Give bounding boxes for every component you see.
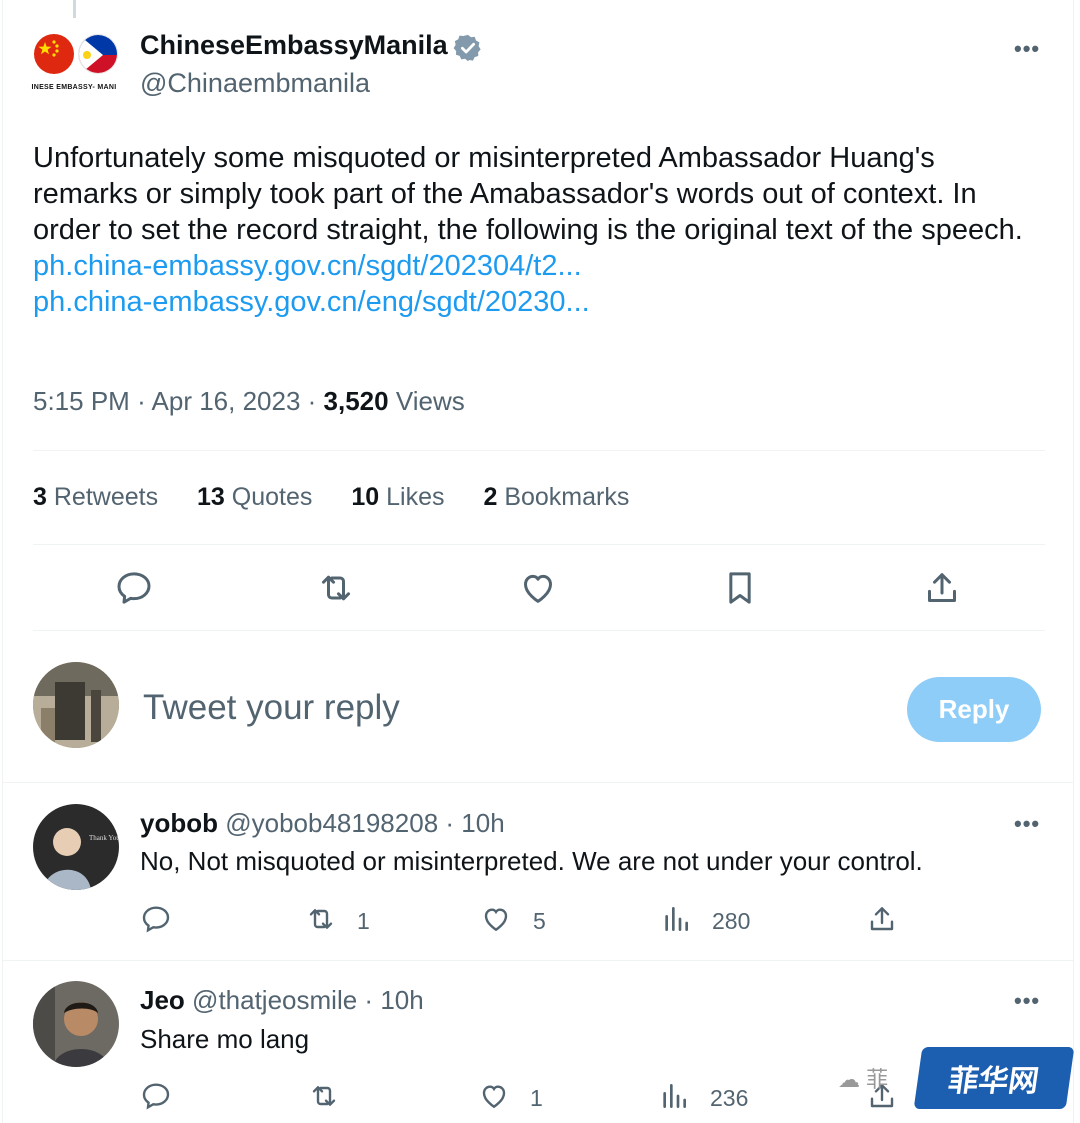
thread-connector: [73, 0, 76, 18]
reply-time[interactable]: 10h: [461, 808, 504, 838]
reply-header: Jeo @thatjeosmile · 10h: [140, 985, 424, 1015]
views-icon[interactable]: [660, 903, 692, 935]
like-icon[interactable]: [518, 568, 558, 608]
retweet-icon[interactable]: [316, 568, 356, 608]
stat-quotes[interactable]: 13 Quotes: [197, 483, 312, 511]
tweet-text: Unfortunately some misquoted or misinter…: [33, 142, 1023, 246]
reply-avatar[interactable]: [33, 981, 119, 1067]
reply-icon[interactable]: [140, 1080, 172, 1112]
author-display-name[interactable]: ChineseEmbassyManila: [140, 30, 448, 61]
tweet-body: Unfortunately some misquoted or misinter…: [33, 140, 1043, 320]
more-options-icon[interactable]: •••: [1014, 988, 1040, 1014]
engagement-stats: 3 Retweets 13 Quotes 10 Likes 2 Bookmark…: [33, 483, 661, 512]
reply-header: yobob @yobob48198208 · 10h: [140, 808, 505, 838]
watermark-partial: ☁ 菲: [838, 1067, 889, 1092]
reply-name[interactable]: yobob: [140, 808, 218, 838]
reply-handle[interactable]: @thatjeosmile: [192, 985, 357, 1015]
verified-badge-icon: [453, 33, 483, 63]
stat-bookmarks[interactable]: 2 Bookmarks: [483, 483, 629, 511]
tweet-meta: 5:15 PM · Apr 16, 2023 · 3,520 Views: [33, 386, 465, 416]
views-count: 236: [710, 1085, 749, 1111]
reply-input[interactable]: Tweet your reply: [143, 688, 400, 728]
reply-text: Share mo lang: [140, 1024, 310, 1054]
watermark-logo: 菲华网: [913, 1047, 1075, 1109]
divider: [2, 960, 1074, 961]
divider: [2, 782, 1074, 783]
china-flag-icon: [34, 34, 74, 74]
share-icon[interactable]: [922, 568, 962, 608]
tweet-date[interactable]: Apr 16, 2023: [152, 386, 301, 416]
reply-text: No, Not misquoted or misinterpreted. We …: [140, 846, 923, 876]
reply-avatar-text: Thank You: [89, 834, 119, 842]
current-user-avatar[interactable]: [33, 662, 119, 748]
like-count: 5: [533, 908, 546, 934]
philippines-flag-icon: [78, 34, 118, 74]
like-icon[interactable]: [478, 1080, 510, 1112]
divider: [33, 630, 1045, 631]
divider: [33, 544, 1045, 545]
retweet-icon[interactable]: [308, 1080, 340, 1112]
share-icon[interactable]: [866, 903, 898, 935]
reply-handle[interactable]: @yobob48198208: [225, 808, 438, 838]
retweet-count: 1: [357, 908, 370, 934]
divider: [33, 450, 1045, 451]
tweet-link-1[interactable]: ph.china-embassy.gov.cn/sgdt/202304/t2..…: [33, 248, 1043, 284]
tweet-time[interactable]: 5:15 PM: [33, 386, 130, 416]
stat-likes[interactable]: 10 Likes: [351, 483, 444, 511]
reply-avatar[interactable]: Thank You: [33, 804, 119, 890]
wechat-icon: ☁: [838, 1067, 860, 1092]
stat-retweets[interactable]: 3 Retweets: [33, 483, 158, 511]
reply-icon[interactable]: [114, 568, 154, 608]
left-border: [2, 0, 3, 1123]
views-count: 3,520: [323, 386, 389, 416]
bookmark-icon[interactable]: [720, 568, 760, 608]
tweet-link-2[interactable]: ph.china-embassy.gov.cn/eng/sgdt/20230..…: [33, 284, 1043, 320]
avatar-caption: INESE EMBASSY- MANI: [31, 84, 117, 91]
author-handle[interactable]: @Chinaembmanila: [140, 68, 370, 99]
retweet-icon[interactable]: [305, 903, 337, 935]
more-options-icon[interactable]: •••: [1014, 36, 1040, 62]
like-count: 1: [530, 1085, 543, 1111]
like-icon[interactable]: [480, 903, 512, 935]
author-avatar[interactable]: INESE EMBASSY- MANI: [28, 30, 120, 96]
reply-icon[interactable]: [140, 903, 172, 935]
more-options-icon[interactable]: •••: [1014, 811, 1040, 837]
right-border: [1073, 0, 1074, 1123]
views-label: Views: [395, 386, 465, 416]
views-icon[interactable]: [658, 1080, 690, 1112]
reply-time[interactable]: 10h: [380, 985, 423, 1015]
views-count: 280: [712, 908, 751, 934]
reply-name[interactable]: Jeo: [140, 985, 185, 1015]
reply-button[interactable]: Reply: [907, 677, 1041, 742]
